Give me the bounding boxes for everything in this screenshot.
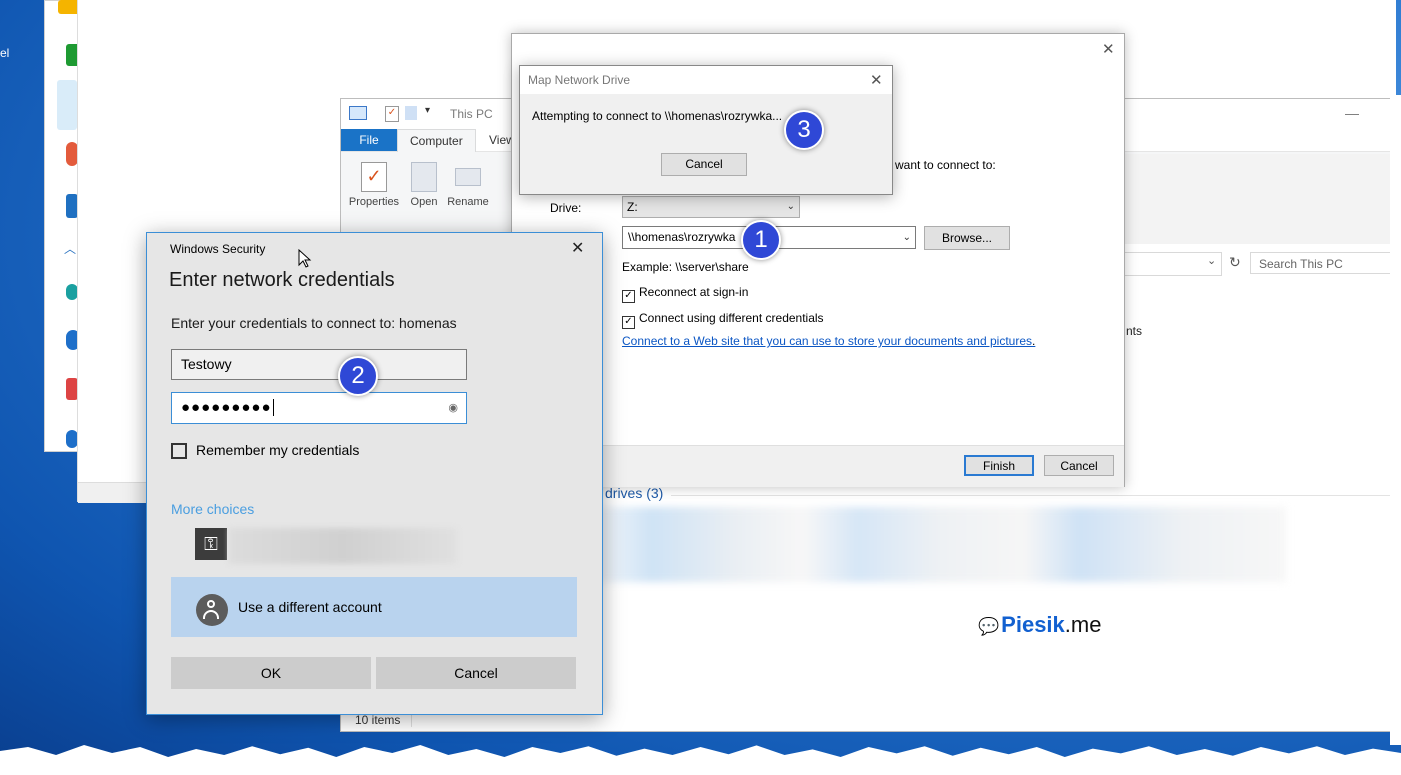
properties-button[interactable]: ✓ Properties: [346, 162, 402, 208]
remember-checkbox[interactable]: [171, 443, 187, 459]
different-credentials-label: Connect using different credentials: [639, 311, 824, 325]
finish-button[interactable]: Finish: [964, 455, 1034, 476]
ok-button[interactable]: OK: [171, 657, 371, 689]
security-title: Windows Security: [170, 242, 266, 256]
password-mask: ●●●●●●●●●: [181, 399, 272, 416]
web-site-link-text[interactable]: Connect to a Web site that you can use t…: [622, 334, 1032, 348]
partial-folder-label: nts: [1126, 324, 1143, 338]
refresh-icon[interactable]: ↻: [1229, 254, 1241, 271]
use-different-account-option[interactable]: Use a different account: [171, 577, 577, 637]
security-cancel-button[interactable]: Cancel: [376, 657, 576, 689]
wizard-cancel-button[interactable]: Cancel: [1044, 455, 1114, 476]
open-label: Open: [410, 196, 438, 208]
connecting-cancel-button[interactable]: Cancel: [661, 153, 747, 176]
different-credentials-checkbox[interactable]: ✓: [622, 316, 635, 329]
ribbon-right-area: [1121, 154, 1391, 244]
folder-example: Example: \\server\share: [622, 260, 749, 274]
reconnect-checkbox[interactable]: ✓: [622, 290, 635, 303]
close-icon[interactable]: ✕: [870, 71, 883, 89]
reconnect-label: Reconnect at sign-in: [639, 285, 749, 299]
computer-icon: [349, 106, 367, 120]
wizard-footer: Finish Cancel: [512, 445, 1124, 487]
person-icon: [196, 594, 228, 626]
reconnect-row[interactable]: ✓ Reconnect at sign-in: [622, 285, 748, 303]
password-field[interactable]: ●●●●●●●●● ◉: [171, 392, 467, 424]
browse-button[interactable]: Browse...: [924, 226, 1010, 250]
step-badge-3: 3: [784, 110, 824, 150]
chevron-up-icon[interactable]: ︿: [64, 240, 76, 257]
remember-label: Remember my credentials: [196, 442, 360, 458]
watermark: 💬Piesik.me: [978, 612, 1101, 638]
rename-button[interactable]: Rename: [440, 162, 496, 208]
connecting-title: Map Network Drive: [528, 73, 631, 87]
drive-label: Drive:: [550, 201, 582, 215]
link-period: .: [1032, 334, 1036, 348]
step-badge-2: 2: [338, 356, 378, 396]
search-input[interactable]: Search This PC: [1250, 252, 1392, 274]
explorer-title: This PC: [450, 107, 493, 121]
saved-credential-option[interactable]: ⚿: [195, 528, 457, 564]
drives-section-heading[interactable]: drives (3): [605, 485, 663, 501]
connecting-titlebar: Map Network Drive ✕: [520, 66, 892, 94]
connecting-message: Attempting to connect to \\homenas\rozry…: [532, 109, 783, 123]
rename-label: Rename: [447, 196, 489, 208]
text-caret: [272, 399, 274, 416]
watermark-brand: Piesik: [1001, 612, 1065, 637]
remember-credentials-row[interactable]: Remember my credentials: [171, 442, 359, 459]
quick-access-dropdown-icon[interactable]: ▾: [425, 105, 430, 116]
watermark-suffix: .me: [1064, 612, 1102, 637]
properties-label: Properties: [348, 196, 400, 208]
torn-edge-right: [1390, 95, 1401, 745]
tab-file[interactable]: File: [341, 129, 397, 151]
close-icon[interactable]: ✕: [1102, 40, 1115, 58]
web-site-link[interactable]: Connect to a Web site that you can use t…: [622, 334, 1035, 348]
more-choices-link[interactable]: More choices: [171, 501, 254, 517]
windows-security-dialog: Windows Security ✕ Enter network credent…: [146, 232, 603, 715]
new-folder-icon[interactable]: [405, 106, 417, 120]
user-icon: [57, 80, 77, 130]
drive-value: Z:: [627, 200, 638, 214]
status-item-count: 10 items: [355, 713, 401, 727]
tab-computer[interactable]: Computer: [397, 129, 476, 152]
chat-bubble-icon: 💬: [978, 617, 1000, 636]
chevron-down-icon: ⌄: [786, 201, 795, 212]
desktop-label: el: [0, 46, 10, 60]
different-credentials-row[interactable]: ✓ Connect using different credentials: [622, 311, 824, 329]
wizard-instruction: want to connect to:: [895, 158, 996, 172]
rename-icon: [455, 168, 481, 186]
mouse-cursor-icon: [298, 249, 312, 268]
key-icon: ⚿: [195, 528, 227, 560]
reveal-password-icon[interactable]: ◉: [448, 393, 458, 423]
minimize-icon[interactable]: —: [1345, 105, 1359, 121]
saved-credential-blurred: [229, 528, 457, 564]
security-subtitle: Enter your credentials to connect to: ho…: [171, 315, 457, 331]
section-divider: [671, 495, 1391, 496]
security-heading: Enter network credentials: [169, 269, 395, 291]
drive-select[interactable]: Z: ⌄: [622, 196, 800, 218]
chevron-down-icon: ⌄: [902, 232, 911, 243]
username-field[interactable]: Testowy: [171, 349, 467, 380]
close-icon[interactable]: ✕: [571, 238, 584, 258]
connecting-dialog: Map Network Drive ✕ Attempting to connec…: [519, 65, 893, 195]
folder-value: \\homenas\rozrywka: [628, 230, 736, 244]
use-different-account-label: Use a different account: [238, 599, 382, 615]
chevron-down-icon[interactable]: ⌄: [1207, 254, 1216, 267]
drives-list-blurred: [596, 507, 1286, 582]
properties-icon[interactable]: ✓: [385, 106, 399, 122]
properties-icon: ✓: [361, 162, 387, 192]
step-badge-1: 1: [741, 220, 781, 260]
open-icon: [411, 162, 437, 192]
